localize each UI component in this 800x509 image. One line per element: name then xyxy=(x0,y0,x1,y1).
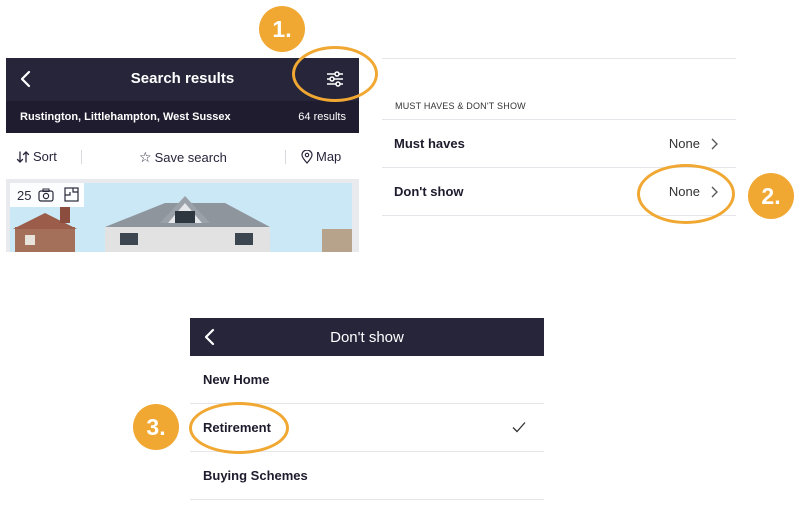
option-label: New Home xyxy=(203,372,270,387)
step-1-highlight-ring xyxy=(292,46,378,102)
results-toolbar: Sort ☆ Save search Map xyxy=(6,133,359,179)
dont-show-label: Don't show xyxy=(394,184,464,199)
checkmark-icon xyxy=(512,422,526,433)
toolbar-divider xyxy=(285,150,286,164)
save-search-button[interactable]: ☆ Save search xyxy=(139,149,227,166)
must-haves-value: None xyxy=(668,136,700,151)
star-icon: ☆ xyxy=(139,149,152,165)
option-label: Buying Schemes xyxy=(203,468,308,483)
location-bar: Rustington, Littlehampton, West Sussex 6… xyxy=(6,101,359,133)
sort-arrows-icon xyxy=(16,150,30,163)
divider xyxy=(382,58,736,59)
map-label: Map xyxy=(316,149,342,164)
chevron-right-icon xyxy=(711,138,718,150)
photo-count-badge: 25 xyxy=(10,183,84,207)
step-2-highlight-ring xyxy=(637,164,735,224)
map-pin-icon xyxy=(301,149,313,164)
page-title: Don't show xyxy=(330,329,404,346)
camera-icon xyxy=(38,188,54,202)
map-button[interactable]: Map xyxy=(301,149,341,164)
sort-button[interactable]: Sort xyxy=(16,149,57,164)
save-search-label: Save search xyxy=(154,150,227,165)
step-3-badge: 3. xyxy=(133,404,179,450)
floorplan-icon xyxy=(64,187,79,202)
results-count: 64 results xyxy=(298,111,346,123)
listing-card[interactable]: 25 xyxy=(6,179,359,252)
dont-show-navbar: Don't show xyxy=(190,318,544,356)
must-haves-row[interactable]: Must haves None xyxy=(382,120,736,167)
photo-count: 25 xyxy=(17,188,32,203)
must-haves-label: Must haves xyxy=(394,136,465,151)
step-1-badge: 1. xyxy=(259,6,305,52)
toolbar-divider xyxy=(81,150,82,164)
location-label: Rustington, Littlehampton, West Sussex xyxy=(20,111,231,123)
divider xyxy=(190,499,544,500)
option-new-home[interactable]: New Home xyxy=(190,356,544,403)
step-3-highlight-ring xyxy=(189,402,289,454)
section-heading: MUST HAVES & DON'T SHOW xyxy=(395,101,526,111)
step-2-badge: 2. xyxy=(748,173,794,219)
option-buying-schemes[interactable]: Buying Schemes xyxy=(190,452,544,499)
sort-label: Sort xyxy=(33,149,57,164)
